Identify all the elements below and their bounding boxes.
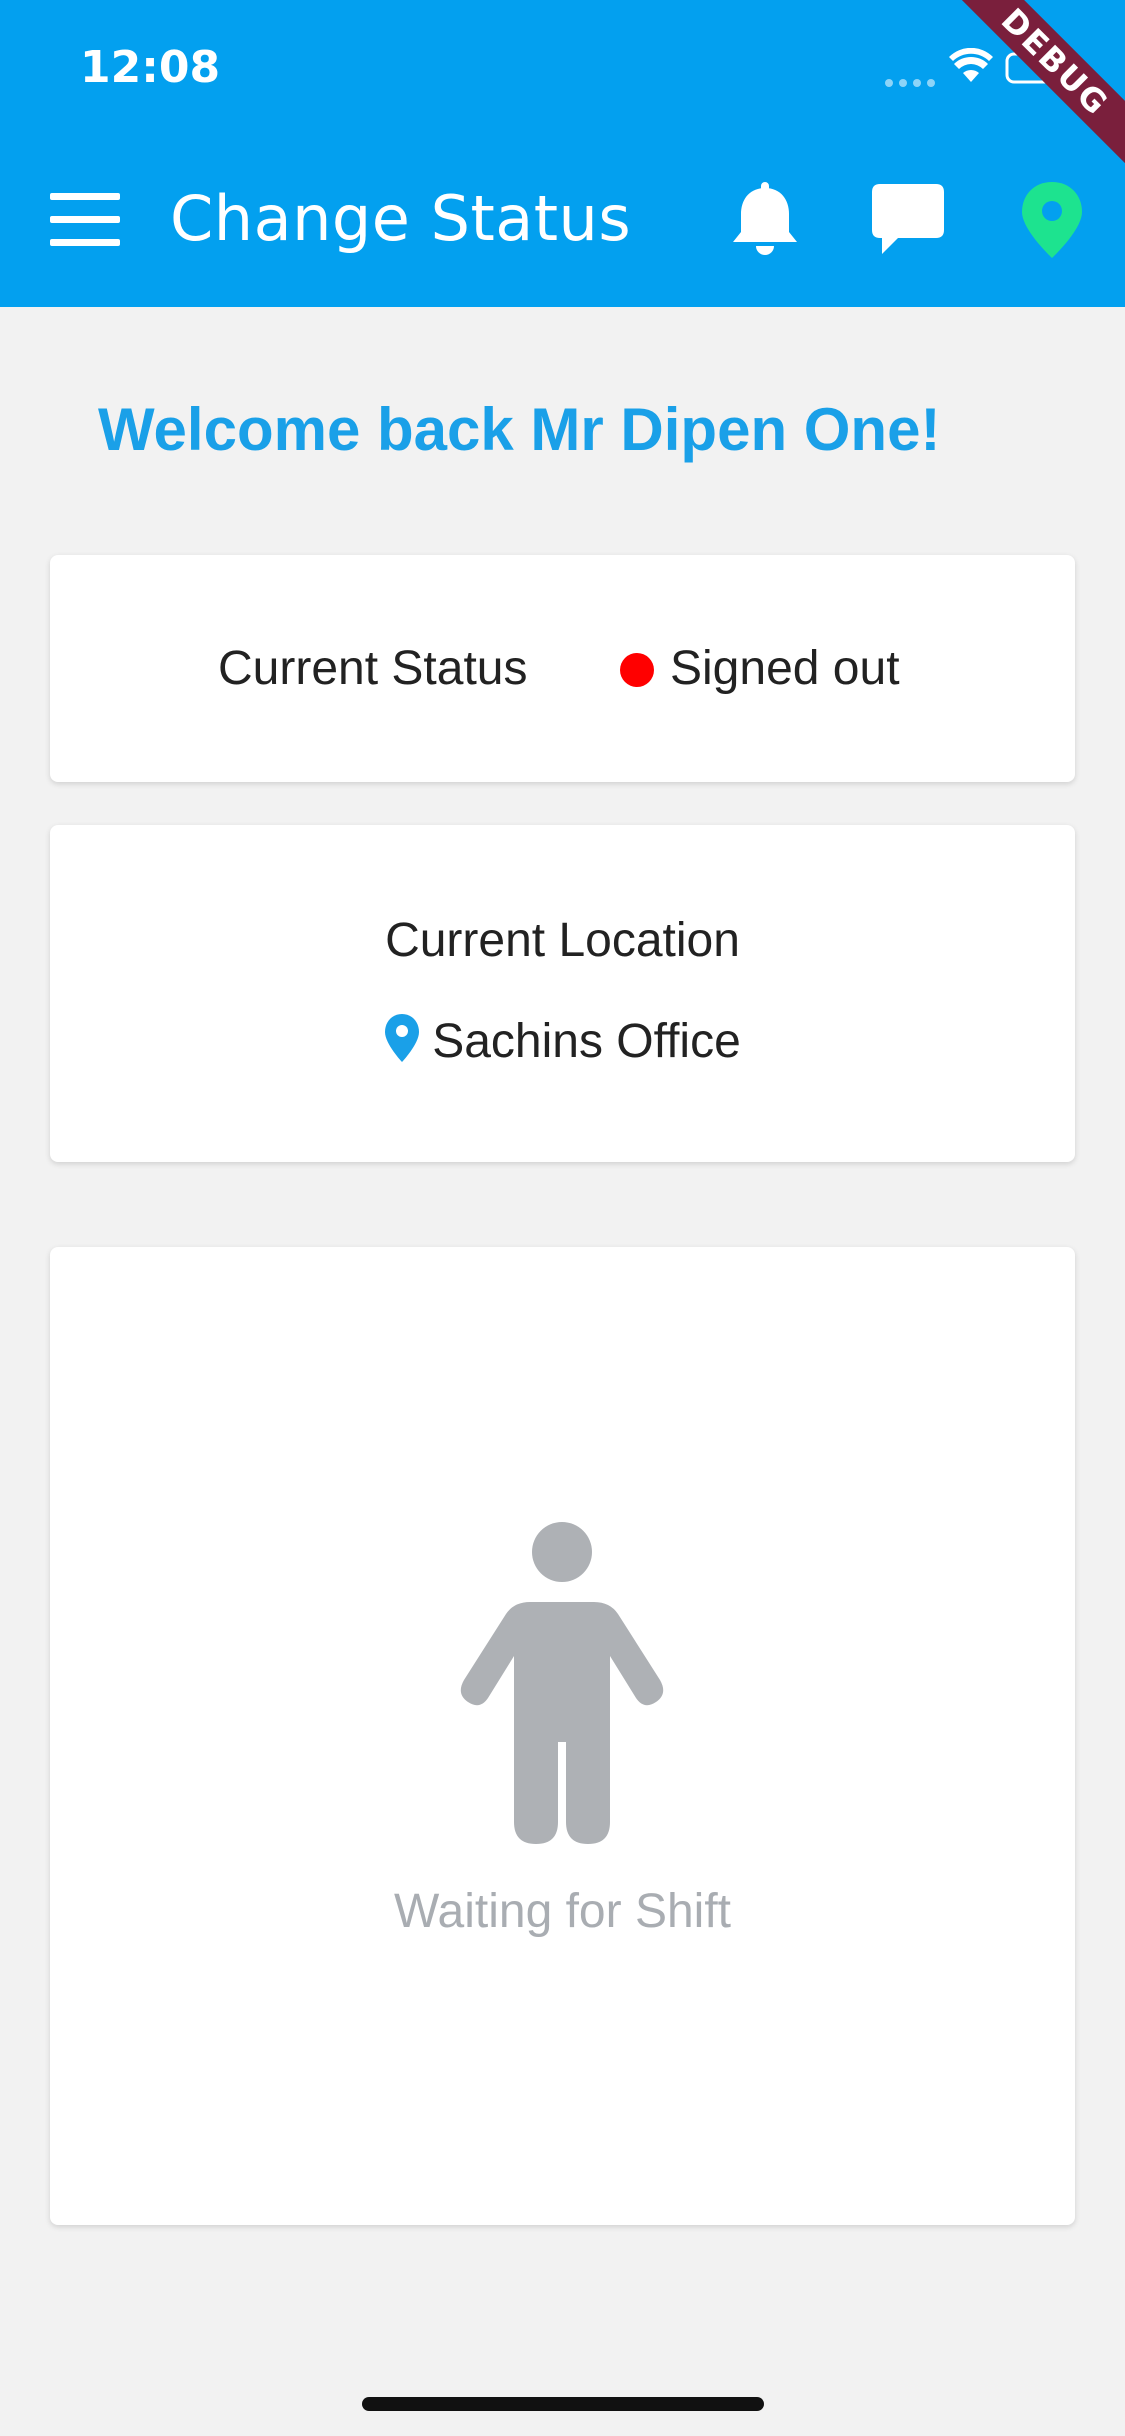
home-indicator[interactable] — [362, 2397, 764, 2411]
page-title: Change Status — [170, 182, 632, 255]
menu-icon[interactable] — [50, 193, 120, 246]
bell-icon[interactable] — [725, 180, 805, 260]
person-icon — [460, 1522, 664, 1844]
status-card: Current Status Signed out — [50, 555, 1075, 782]
status-value: Signed out — [670, 642, 900, 695]
location-row: Sachins Office — [50, 1013, 1075, 1069]
location-label: Current Location — [385, 914, 740, 967]
wifi-icon — [949, 48, 993, 82]
status-label: Current Status — [218, 642, 528, 695]
shift-status-text: Waiting for Shift — [393, 1885, 731, 1938]
chat-icon[interactable] — [868, 180, 948, 260]
map-pin-icon — [385, 1014, 420, 1062]
debug-banner: DEBUG — [933, 0, 1125, 184]
shift-card: Waiting for Shift — [50, 1247, 1075, 2225]
app-bar: 12:08 DEBUG Change Status — [0, 0, 1125, 307]
location-value: Sachins Office — [432, 1015, 741, 1068]
status-indicator-dot — [620, 653, 654, 687]
location-pin-icon[interactable] — [1012, 180, 1092, 260]
welcome-message: Welcome back Mr Dipen One! — [98, 396, 941, 463]
status-bar-time: 12:08 — [80, 42, 221, 93]
location-card: Current Location Sachins Office — [50, 825, 1075, 1162]
cellular-signal-icon — [885, 74, 941, 92]
